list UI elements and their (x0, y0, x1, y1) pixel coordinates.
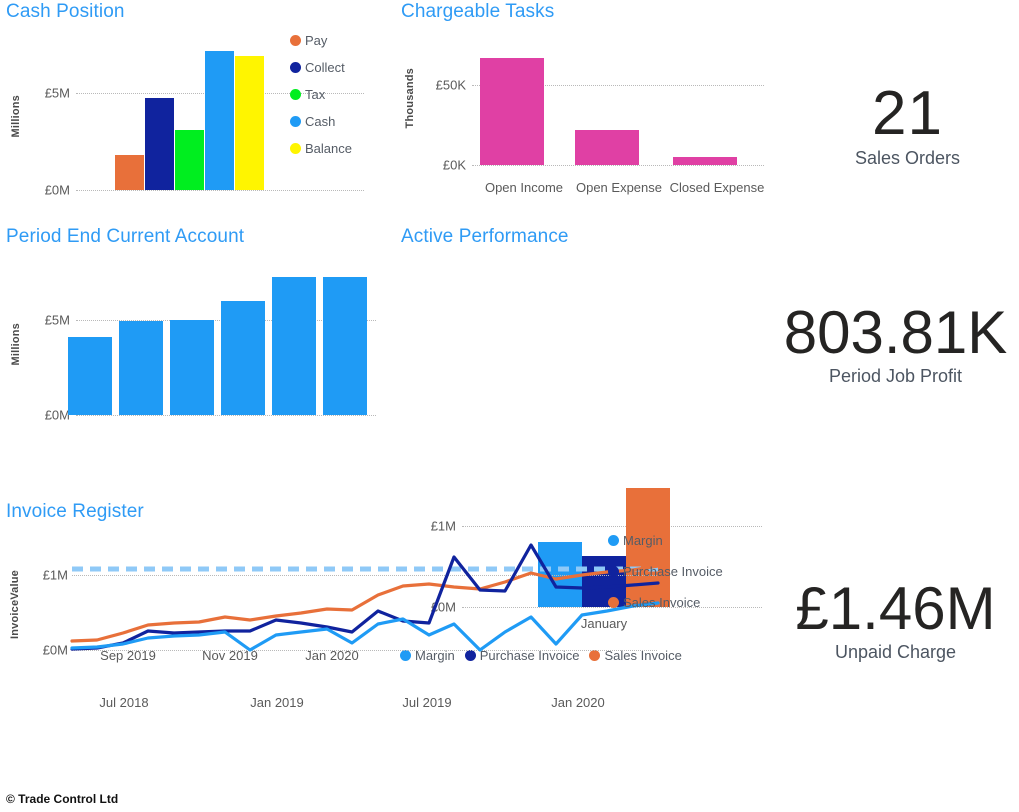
legend-item-invoice-margin[interactable]: Margin (608, 533, 723, 548)
legend-item-invoice-purchase-invoice[interactable]: Purchase Invoice (608, 564, 723, 579)
gridline-chargeable-0k (472, 165, 764, 166)
bar-open-expense[interactable] (575, 130, 639, 165)
bar-period-end-5[interactable] (272, 277, 316, 415)
legend-dot-invoice-purchase-invoice (608, 566, 619, 577)
y-axis-title-cash-position: Millions (10, 95, 22, 138)
panel-active-performance[interactable]: Active Performance £1M £0M January Margi… (390, 225, 790, 663)
legend-item-pay[interactable]: Pay (290, 33, 352, 48)
legend-dot-balance (290, 143, 301, 154)
kpi-label-sales-orders: Sales Orders (854, 148, 961, 169)
bar-tax[interactable] (175, 130, 204, 190)
legend-dot-invoice-sales-invoice (608, 597, 619, 608)
y-axis-title-chargeable-tasks: Thousands (404, 68, 416, 129)
kpi-value-sales-orders: 21 (872, 79, 943, 148)
y-tick-chargeable-0: £50K (435, 77, 466, 93)
bar-balance[interactable] (235, 56, 264, 190)
y-axis-title-invoice-register: InvoiceValue (9, 570, 21, 640)
y-tick-chargeable-1: £0K (442, 157, 466, 173)
panel-title-active-performance: Active Performance (401, 226, 569, 247)
bar-pay[interactable] (115, 155, 144, 190)
panel-title-invoice-register: Invoice Register (6, 501, 144, 522)
bar-collect[interactable] (145, 98, 174, 190)
kpi-sales-orders[interactable]: 21 Sales Orders (778, 79, 1019, 169)
legend-item-invoice-sales-invoice[interactable]: Sales Invoice (608, 595, 723, 610)
kpi-label-unpaid-charge: Unpaid Charge (834, 642, 957, 663)
footer-copyright: © Trade Control Ltd (6, 792, 119, 806)
gridline-cash-position-0m (76, 190, 364, 191)
legend-item-collect[interactable]: Collect (290, 60, 352, 75)
legend-dot-pay (290, 35, 301, 46)
bar-period-end-2[interactable] (119, 321, 163, 415)
legend-item-tax[interactable]: Tax (290, 87, 352, 102)
gridline-period-end-0m (76, 415, 376, 416)
legend-label-balance: Balance (305, 141, 352, 156)
legend-invoice-register: Margin Purchase Invoice Sales Invoice (608, 533, 723, 610)
legend-label-collect: Collect (305, 60, 345, 75)
x-tick-closed-expense: Closed Expense (669, 180, 765, 195)
panel-invoice-register[interactable]: Invoice Register InvoiceValue £1M £0M Ju… (0, 495, 790, 735)
panel-title-cash-position: Cash Position (6, 1, 125, 22)
series-line-margin[interactable] (70, 601, 660, 652)
x-tick-invoice-jan2019: Jan 2019 (250, 695, 304, 710)
y-tick-cash-position-0: £5M (44, 85, 70, 101)
y-tick-invoice-0: £1M (42, 567, 68, 583)
legend-cash-position: Pay Collect Tax Cash Balance (290, 33, 352, 156)
panel-chargeable-tasks[interactable]: Chargeable Tasks Thousands £50K £0K Open… (390, 0, 790, 225)
panel-cash-position[interactable]: Cash Position Millions £5M £0M Pay Colle… (0, 0, 390, 225)
plot-area-cash-position (115, 40, 264, 190)
legend-dot-collect (290, 62, 301, 73)
legend-dot-cash (290, 116, 301, 127)
legend-label-invoice-sales-invoice: Sales Invoice (623, 595, 701, 610)
bar-period-end-1[interactable] (68, 337, 112, 415)
plot-area-period-end (63, 265, 376, 415)
legend-label-invoice-purchase-invoice: Purchase Invoice (623, 564, 723, 579)
bar-cash[interactable] (205, 51, 234, 190)
legend-label-pay: Pay (305, 33, 328, 48)
x-tick-invoice-jul2019: Jul 2019 (402, 695, 452, 710)
x-tick-invoice-jan2020: Jan 2020 (551, 695, 605, 710)
bar-period-end-4[interactable] (221, 301, 265, 415)
line-chart-invoice-register[interactable] (70, 531, 660, 655)
kpi-period-job-profit[interactable]: 803.81K Period Job Profit (766, 299, 1019, 387)
bar-period-end-3[interactable] (170, 320, 214, 415)
bar-period-end-6[interactable] (323, 277, 367, 415)
y-tick-cash-position-1: £0M (44, 182, 70, 198)
plot-area-chargeable-tasks (478, 50, 764, 165)
y-tick-invoice-1: £0M (42, 642, 68, 658)
bar-open-income[interactable] (480, 58, 544, 165)
y-axis-title-period-end: Millions (10, 323, 22, 366)
panel-period-end-current-account[interactable]: Period End Current Account Millions £5M … (0, 225, 390, 663)
kpi-value-unpaid-charge: £1.46M (795, 575, 996, 642)
kpi-label-period-job-profit: Period Job Profit (828, 366, 963, 387)
bar-closed-expense[interactable] (673, 157, 737, 165)
legend-dot-invoice-margin (608, 535, 619, 546)
legend-item-cash[interactable]: Cash (290, 114, 352, 129)
legend-label-invoice-margin: Margin (623, 533, 663, 548)
legend-item-balance[interactable]: Balance (290, 141, 352, 156)
kpi-unpaid-charge[interactable]: £1.46M Unpaid Charge (766, 575, 1019, 663)
x-tick-invoice-jul2018: Jul 2018 (99, 695, 149, 710)
legend-label-cash: Cash (305, 114, 336, 129)
legend-label-tax: Tax (305, 87, 326, 102)
panel-title-period-end: Period End Current Account (6, 226, 245, 247)
panel-title-chargeable-tasks: Chargeable Tasks (401, 1, 555, 22)
kpi-value-period-job-profit: 803.81K (783, 299, 1008, 366)
legend-dot-tax (290, 89, 301, 100)
